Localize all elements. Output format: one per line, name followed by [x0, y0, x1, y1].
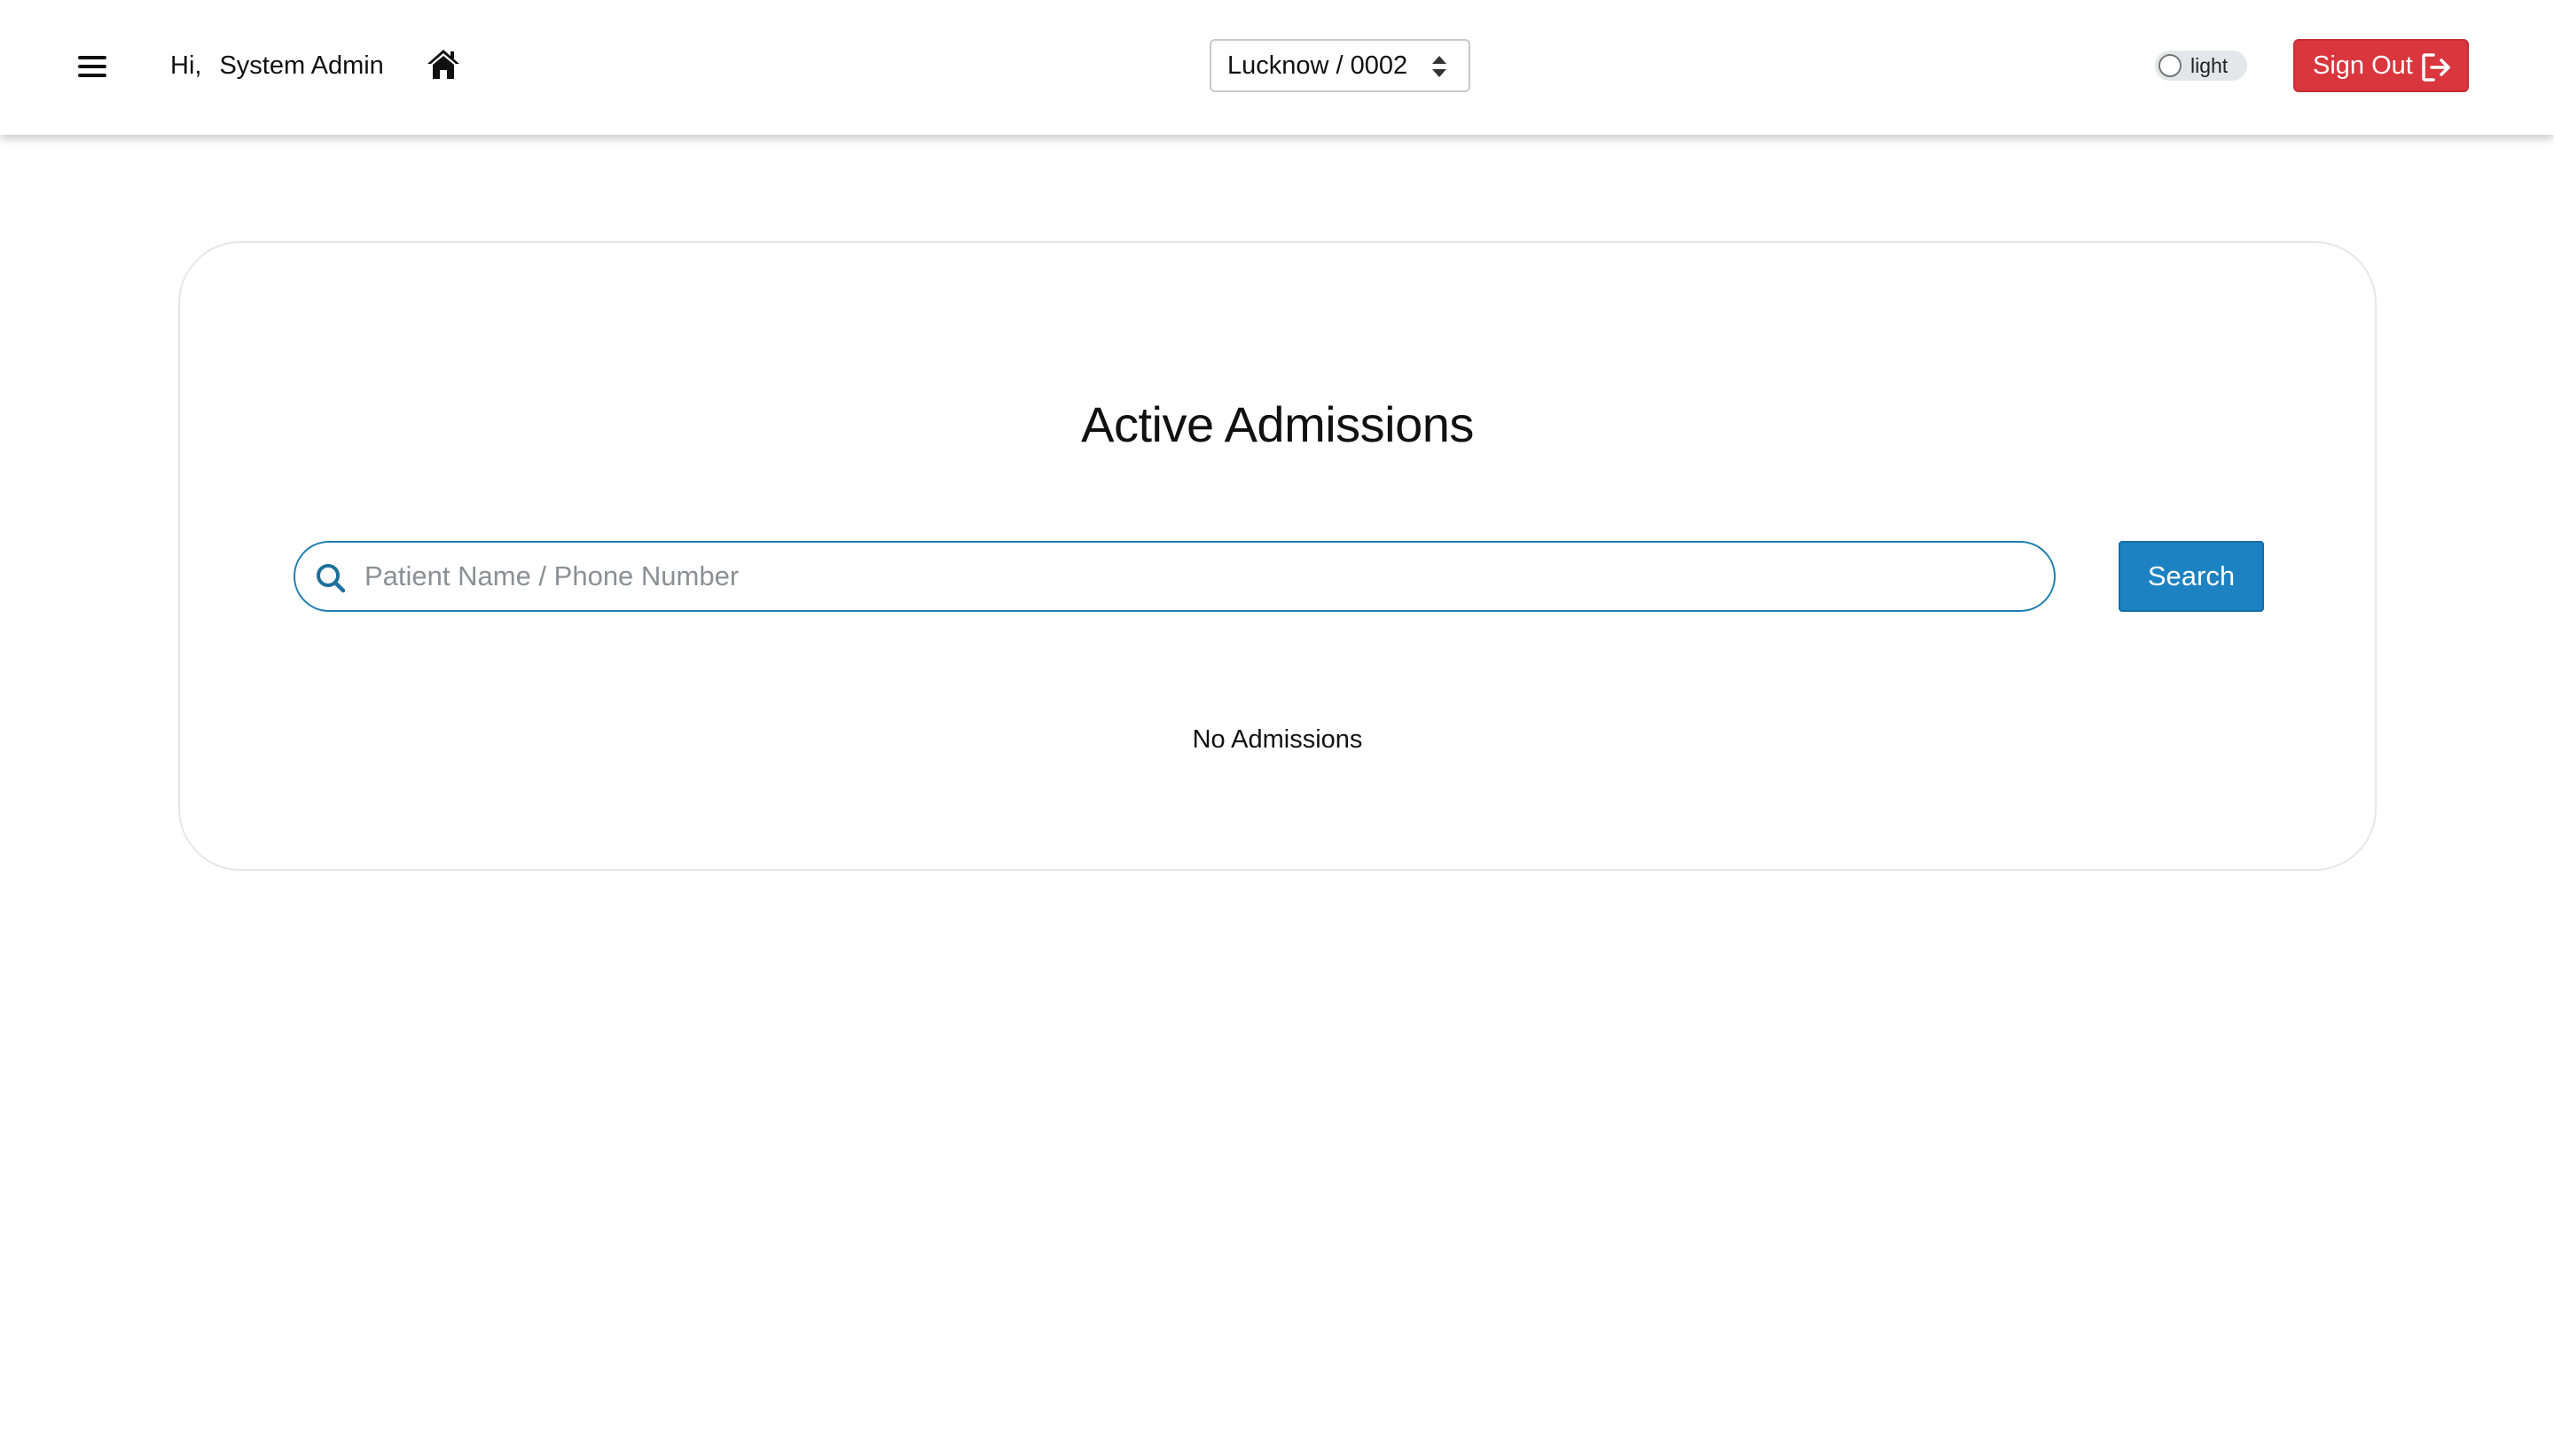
user-greeting: Hi, System Admin: [170, 50, 384, 82]
select-updown-arrows-icon: [1432, 56, 1446, 77]
sign-out-label: Sign Out: [2313, 51, 2413, 80]
home-icon[interactable]: [426, 47, 461, 82]
location-select-value: Lucknow / 0002: [1227, 51, 1408, 80]
toggle-knob: [2158, 54, 2182, 77]
search-input[interactable]: [364, 543, 2032, 610]
top-navbar: Hi, System Admin Lucknow / 0002 light Sig…: [0, 0, 2554, 135]
theme-toggle[interactable]: light: [2155, 51, 2247, 81]
search-button[interactable]: Search: [2119, 541, 2264, 612]
page-title: Active Admissions: [1081, 396, 1474, 452]
sign-out-button[interactable]: Sign Out: [2293, 39, 2469, 92]
theme-toggle-label: light: [2190, 54, 2229, 77]
search-box[interactable]: [294, 541, 2056, 612]
empty-state-message: No Admissions: [1192, 725, 1363, 754]
hamburger-menu-icon[interactable]: [74, 49, 110, 84]
sign-out-icon: [2422, 53, 2450, 82]
user-name: System Admin: [219, 51, 384, 80]
greeting-prefix: Hi,: [170, 51, 202, 80]
admissions-card: Active Admissions Search No Admissions: [178, 241, 2377, 871]
location-select[interactable]: Lucknow / 0002: [1210, 39, 1470, 92]
search-icon: [317, 564, 346, 593]
